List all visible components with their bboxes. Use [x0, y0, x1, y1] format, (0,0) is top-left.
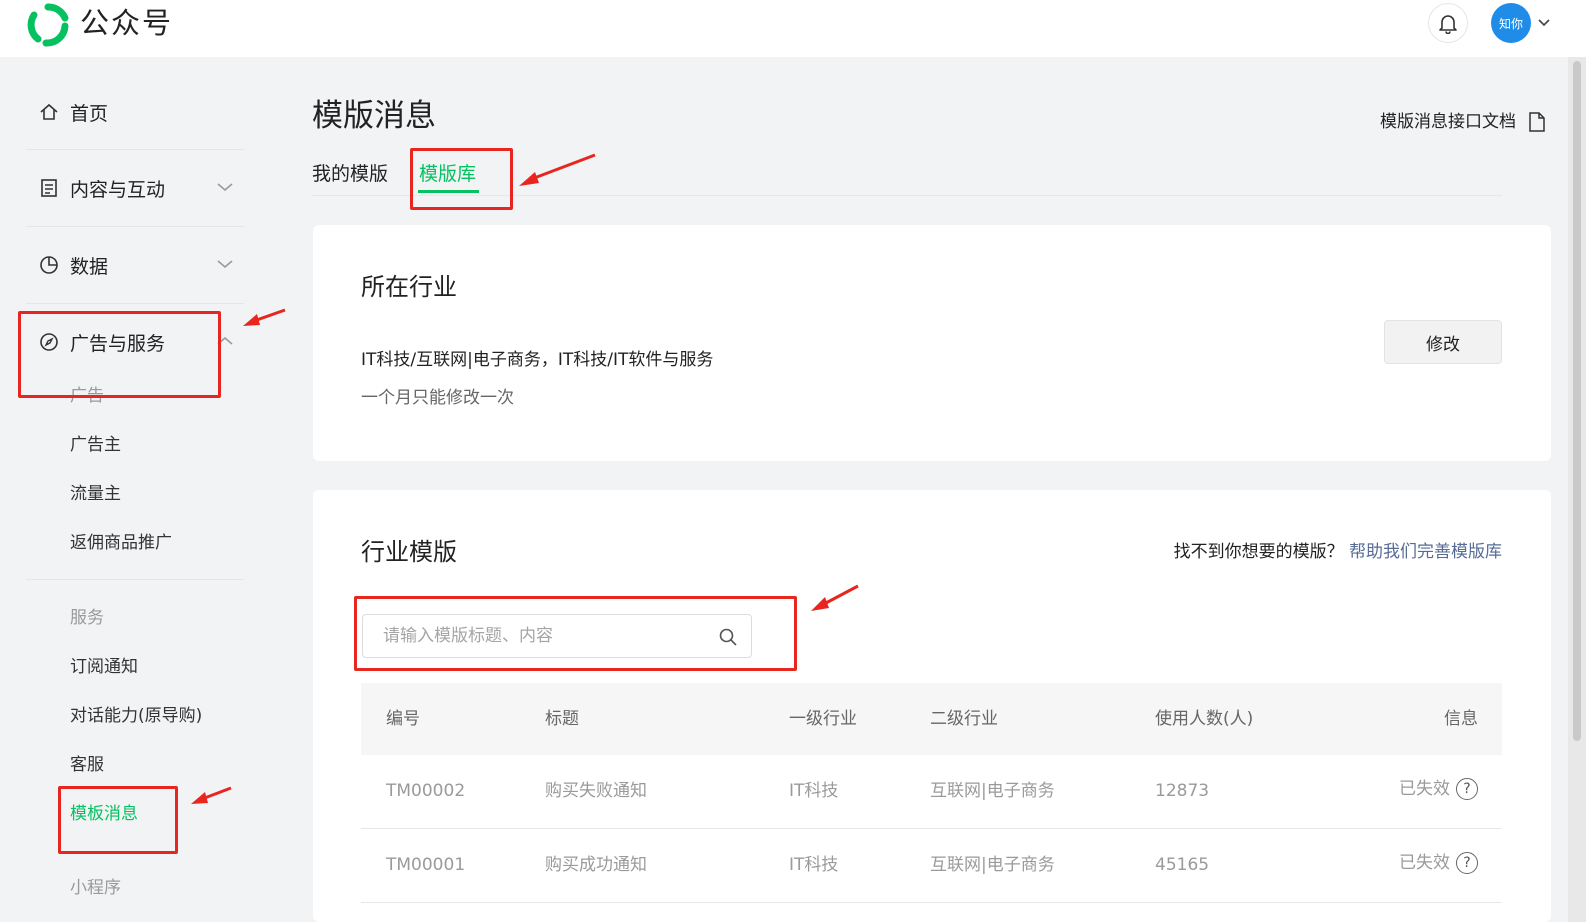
table-row[interactable]: TM00001 购买成功通知 IT科技 互联网|电子商务 45165 已失效 ? — [361, 829, 1502, 903]
api-doc-link-label: 模版消息接口文档 — [1380, 112, 1516, 132]
sidebar-item-advertiser[interactable]: 广告主 — [70, 434, 121, 456]
help-icon[interactable]: ? — [1456, 852, 1478, 874]
status-text: 已失效 — [1399, 853, 1450, 873]
pie-chart-icon — [38, 254, 60, 276]
sidebar-item-home[interactable]: 首页 — [26, 89, 244, 135]
chevron-down-icon — [217, 183, 233, 192]
column-header: 信息 — [1444, 709, 1478, 729]
sidebar-item-label: 首页 — [70, 102, 109, 125]
help-link[interactable]: 帮助我们完善模版库 — [1349, 542, 1502, 562]
help-line: 找不到你想要的模版？ 帮助我们完善模版库 — [1174, 540, 1502, 564]
cell-industry2: 互联网|电子商务 — [930, 855, 1055, 875]
help-icon[interactable]: ? — [1456, 778, 1478, 800]
sidebar-item-label: 广告与服务 — [70, 332, 166, 355]
sidebar-item-label: 内容与互动 — [70, 178, 166, 201]
wechat-mp-logo-icon[interactable] — [26, 3, 70, 47]
industry-note: 一个月只能修改一次 — [361, 388, 514, 408]
column-header: 一级行业 — [789, 709, 857, 729]
cell-status: 已失效 ? — [1399, 777, 1478, 801]
top-bar: 公众号 知你 — [0, 0, 1586, 57]
sidebar-item-label: 数据 — [70, 255, 109, 278]
cell-title: 购买失败通知 — [545, 781, 647, 801]
bell-icon — [1439, 15, 1457, 34]
scrollbar[interactable] — [1568, 57, 1586, 922]
cell-status: 已失效 ? — [1399, 851, 1478, 875]
tab-bar: 我的模版 模版库 — [312, 160, 1502, 196]
cell-industry1: IT科技 — [789, 781, 839, 801]
sidebar-group-ads: 广告 — [70, 386, 104, 406]
column-header: 编号 — [386, 709, 420, 729]
compass-icon — [38, 331, 60, 353]
table-row[interactable]: TM00002 购买失败通知 IT科技 互联网|电子商务 12873 已失效 ? — [361, 755, 1502, 829]
cell-industry2: 互联网|电子商务 — [930, 781, 1055, 801]
column-header: 使用人数(人) — [1155, 709, 1254, 729]
tab-template-library[interactable]: 模版库 — [419, 160, 476, 188]
divider — [26, 579, 244, 580]
templates-title: 行业模版 — [361, 538, 457, 566]
notification-button[interactable] — [1428, 3, 1468, 43]
avatar[interactable]: 知你 — [1491, 3, 1531, 43]
cell-title: 购买成功通知 — [545, 855, 647, 875]
home-icon — [38, 101, 60, 123]
sidebar-item-data[interactable]: 数据 — [26, 242, 244, 288]
sidebar-group-miniprogram: 小程序 — [70, 878, 121, 898]
sidebar-item-rebate[interactable]: 返佣商品推广 — [70, 532, 172, 554]
sidebar-item-ads-services[interactable]: 广告与服务 — [26, 319, 244, 365]
active-tab-indicator — [418, 190, 479, 193]
sidebar-item-content[interactable]: 内容与互动 — [26, 165, 244, 211]
column-header: 二级行业 — [930, 709, 998, 729]
industry-templates-card: 行业模版 找不到你想要的模版？ 帮助我们完善模版库 编号 标题 一级行业 二级行… — [313, 490, 1551, 922]
cell-id: TM00001 — [386, 855, 466, 875]
search-box — [362, 614, 752, 658]
search-icon[interactable] — [718, 627, 738, 647]
chevron-down-icon — [217, 260, 233, 269]
cell-id: TM00002 — [386, 781, 466, 801]
sidebar-item-customer-service[interactable]: 客服 — [70, 754, 104, 776]
app-title: 公众号 — [80, 6, 174, 40]
divider — [26, 226, 244, 227]
page-title: 模版消息 — [312, 98, 436, 134]
status-text: 已失效 — [1399, 779, 1450, 799]
modify-button[interactable]: 修改 — [1384, 320, 1502, 364]
cell-users: 12873 — [1155, 781, 1210, 801]
industry-card: 所在行业 IT科技/互联网|电子商务，IT科技/IT软件与服务 一个月只能修改一… — [313, 225, 1551, 461]
cell-users: 45165 — [1155, 855, 1210, 875]
industry-value: IT科技/互联网|电子商务，IT科技/IT软件与服务 — [361, 350, 714, 370]
cell-industry1: IT科技 — [789, 855, 839, 875]
sidebar: 首页 内容与互动 数据 广告与服务 广告 广告主 流量主 返佣商品推广 服务 订… — [0, 57, 270, 922]
file-icon — [1529, 112, 1545, 132]
sidebar-item-publisher[interactable]: 流量主 — [70, 483, 121, 505]
help-text: 找不到你想要的模版？ — [1173, 542, 1344, 562]
search-input[interactable] — [383, 615, 713, 657]
industry-title: 所在行业 — [361, 273, 457, 301]
sidebar-item-template-message[interactable]: 模板消息 — [70, 803, 138, 825]
divider — [26, 149, 244, 150]
column-header: 标题 — [545, 709, 579, 729]
sidebar-item-dialog-ability[interactable]: 对话能力(原导购) — [70, 705, 202, 727]
tab-my-templates[interactable]: 我的模版 — [312, 160, 388, 188]
document-icon — [38, 177, 60, 199]
sidebar-group-services: 服务 — [70, 608, 104, 628]
api-doc-link[interactable]: 模版消息接口文档 — [1380, 110, 1546, 134]
sidebar-item-subscribe-notice[interactable]: 订阅通知 — [70, 656, 138, 678]
divider — [26, 303, 244, 304]
table-header: 编号 标题 一级行业 二级行业 使用人数(人) 信息 — [361, 683, 1502, 755]
chevron-down-icon[interactable] — [1536, 14, 1552, 30]
chevron-up-icon — [217, 336, 233, 345]
